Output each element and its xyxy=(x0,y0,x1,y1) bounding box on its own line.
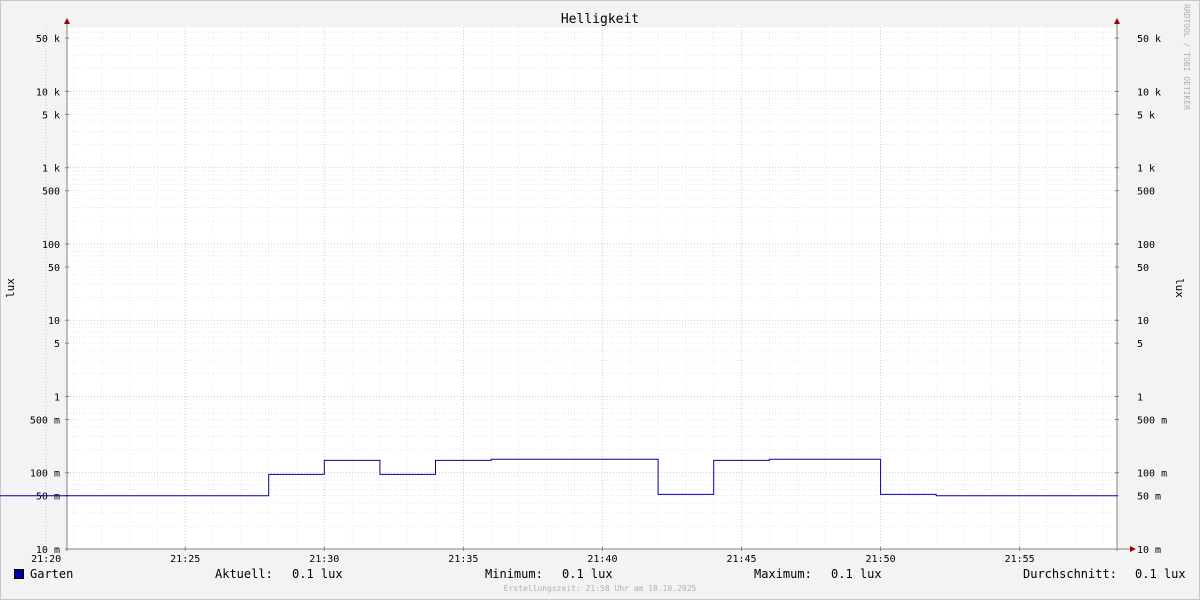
y-tick-label-left: 5 xyxy=(54,339,60,350)
chart-svg: 50 k 50 k 10 k 10 k 5 k 5 k 1 k 1 k 500 500 100 100… xyxy=(0,12,1186,565)
x-tick-label: 21:55 xyxy=(1005,554,1035,565)
y-tick-label-right: 10 k xyxy=(1137,87,1161,98)
legend-avg-label: Durchschnitt: xyxy=(1023,567,1117,581)
y-tick-label-right: 10 xyxy=(1137,316,1149,327)
x-tick-label: 21:30 xyxy=(309,554,339,565)
y-tick-label-left: 500 xyxy=(42,187,60,198)
x-axis-arrow xyxy=(1130,546,1136,552)
y-tick-label-right: 50 xyxy=(1137,263,1149,274)
legend-max-value: 0.1 lux xyxy=(831,567,882,581)
legend-min-label: Minimum: xyxy=(485,567,543,581)
legend-min-value: 0.1 lux xyxy=(562,567,613,581)
y-tick-label-right: 100 xyxy=(1137,240,1155,251)
legend-swatch xyxy=(14,569,24,579)
y-tick-label-right: 5 k xyxy=(1137,110,1155,121)
x-tick-label: 21:25 xyxy=(170,554,200,565)
y-axis-arrow-left xyxy=(64,18,70,24)
legend-current-label: Aktuell: xyxy=(215,567,273,581)
y-axis-arrow-right xyxy=(1114,18,1120,24)
y-tick-label-left: 50 xyxy=(48,263,60,274)
y-tick-label-right: 50 k xyxy=(1137,34,1161,45)
legend-current-value: 0.1 lux xyxy=(292,567,343,581)
y-tick-label-right: 50 m xyxy=(1137,492,1161,503)
x-tick-label: 21:50 xyxy=(866,554,896,565)
y-tick-label-right: 100 m xyxy=(1137,469,1167,480)
y-tick-label-left: 50 k xyxy=(36,34,60,45)
y-tick-label-right: 10 m xyxy=(1137,545,1161,556)
x-tick-label: 21:45 xyxy=(726,554,756,565)
y-tick-label-right: 500 xyxy=(1137,187,1155,198)
y-tick-label-left: 10 k xyxy=(36,87,60,98)
plot-area xyxy=(67,27,1117,549)
chart-title: Helligkeit xyxy=(561,12,639,27)
rrdtool-credit: RRDTOOL / TOBI OETIKER xyxy=(1182,4,1191,110)
y-tick-label-left: 5 k xyxy=(42,110,60,121)
y-tick-label-right: 1 k xyxy=(1137,164,1155,175)
y-axis-label-right: lux xyxy=(1173,278,1186,298)
legend-series-name: Garten xyxy=(30,567,74,581)
x-tick-label: 21:40 xyxy=(587,554,617,565)
footer-timestamp: Erstellungszeit: 21:58 Uhr am 10.10.2025 xyxy=(503,584,697,593)
y-tick-label-left: 100 m xyxy=(30,469,60,480)
y-tick-label-left: 1 k xyxy=(42,164,60,175)
y-tick-label-right: 5 xyxy=(1137,339,1143,350)
y-tick-label-right: 1 xyxy=(1137,392,1143,403)
y-tick-label-left: 500 m xyxy=(30,415,60,426)
x-tick-label: 21:35 xyxy=(448,554,478,565)
y-axis-label-left: lux xyxy=(4,278,17,298)
x-tick-label: 21:20 xyxy=(31,554,61,565)
y-tick-label-left: 10 xyxy=(48,316,60,327)
y-tick-label-right: 500 m xyxy=(1137,415,1167,426)
legend-max-label: Maximum: xyxy=(754,567,812,581)
y-tick-label-left: 100 xyxy=(42,240,60,251)
y-tick-label-left: 1 xyxy=(54,392,60,403)
legend-avg-value: 0.1 lux xyxy=(1135,567,1186,581)
y-tick-label-left: 50 m xyxy=(36,492,60,503)
